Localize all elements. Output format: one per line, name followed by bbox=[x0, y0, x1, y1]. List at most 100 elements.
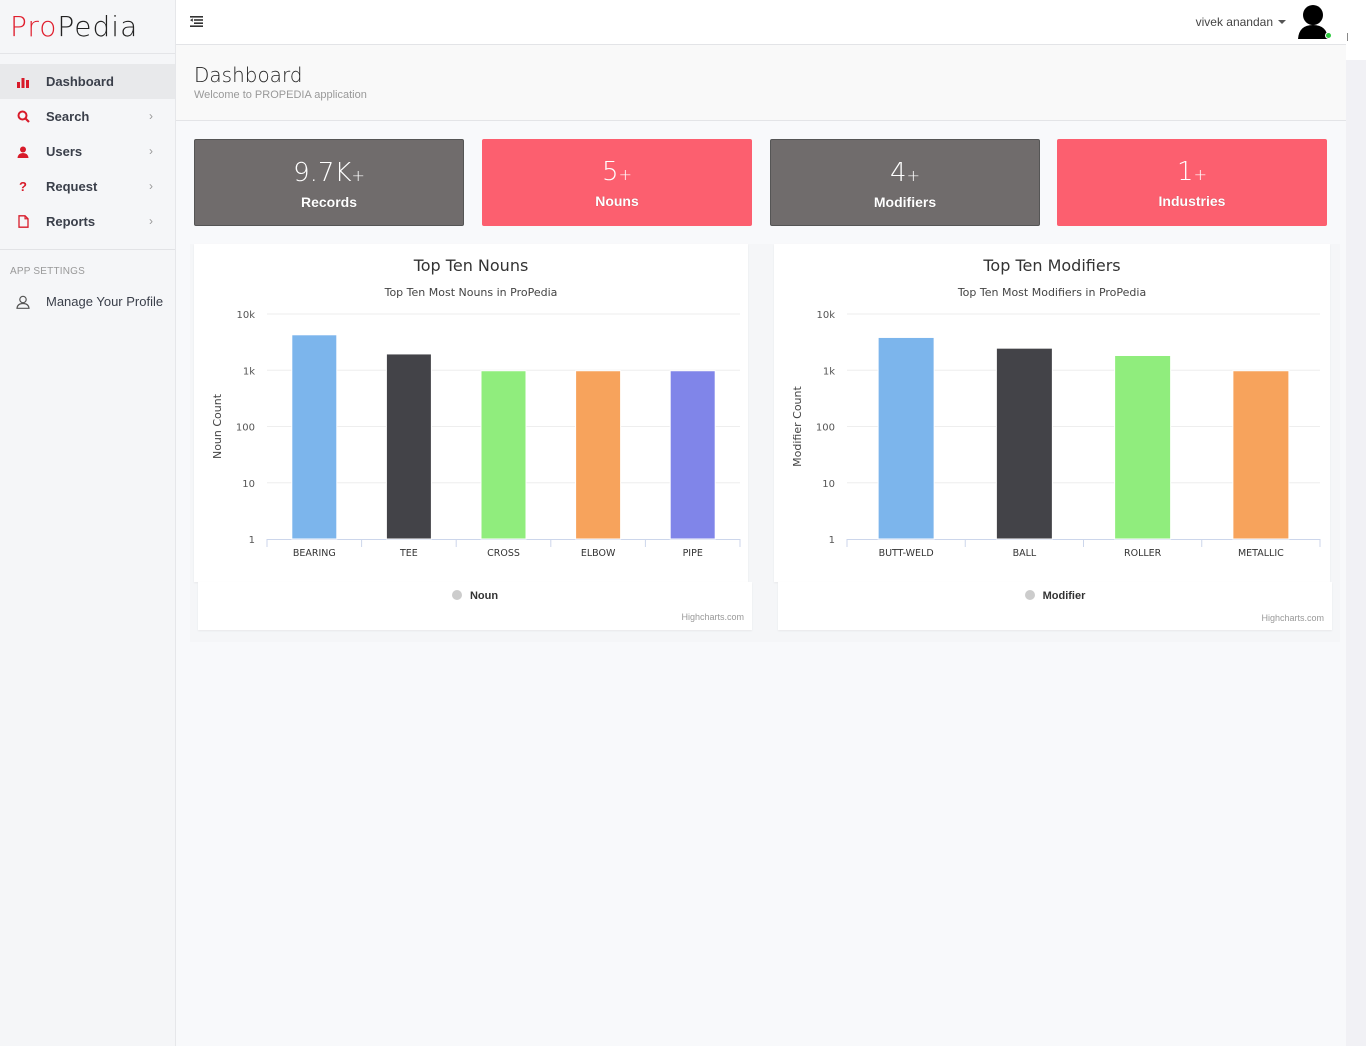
chart-footer-modifiers: Modifier Highcharts.com bbox=[778, 582, 1332, 630]
stat-label: Industries bbox=[1158, 193, 1226, 209]
x-tick-label: TEE bbox=[399, 548, 418, 559]
scroll-track bbox=[1346, 60, 1366, 1046]
y-tick-label: 1 bbox=[829, 535, 835, 546]
stat-cards: 9.7K+ Records 5+ Nouns 4+ Modifiers 1+ I… bbox=[194, 139, 1328, 226]
y-axis-title: Modifier Count bbox=[791, 385, 804, 466]
y-tick-label: 1 bbox=[249, 535, 255, 546]
page-title: Dashboard bbox=[194, 63, 303, 87]
credits-link[interactable]: Highcharts.com bbox=[681, 612, 744, 622]
user-name: vivek anandan bbox=[1195, 15, 1273, 29]
x-tick-label: BALL bbox=[1013, 548, 1037, 559]
stat-label: Records bbox=[300, 194, 358, 210]
stat-value: 5+ bbox=[602, 157, 632, 187]
x-tick-label: ROLLER bbox=[1124, 548, 1162, 559]
logo-text: ProPedia bbox=[10, 9, 139, 43]
chart-title: Top Ten Modifiers bbox=[983, 256, 1121, 275]
sidebar-item-users[interactable]: Users › bbox=[0, 134, 175, 169]
bar-pipe bbox=[669, 370, 716, 540]
sidebar-nav: Dashboard Search › Users › ? Request › R… bbox=[0, 54, 175, 319]
stat-card-industries[interactable]: 1+ Industries bbox=[1057, 139, 1327, 226]
stat-card-records[interactable]: 9.7K+ Records bbox=[194, 139, 464, 226]
page-header: Dashboard Welcome to PROPEDIA applicatio… bbox=[176, 45, 1346, 121]
stat-value: 1+ bbox=[1177, 157, 1207, 187]
sidebar-item-manage-profile[interactable]: Manage Your Profile bbox=[0, 284, 175, 319]
sidebar-item-request[interactable]: ? Request › bbox=[0, 169, 175, 204]
y-tick-label: 1k bbox=[243, 366, 255, 377]
legend-label: Noun bbox=[469, 590, 499, 602]
legend-item-noun[interactable]: Noun bbox=[198, 590, 752, 602]
sidebar-item-label: Manage Your Profile bbox=[46, 294, 164, 309]
y-tick-label: 10k bbox=[816, 310, 835, 321]
file-icon bbox=[16, 215, 30, 229]
sidebar-item-label: Users bbox=[46, 144, 83, 159]
menu-collapse-icon[interactable] bbox=[190, 14, 204, 28]
section-label-app-settings: APP SETTINGS bbox=[10, 266, 86, 277]
sidebar-item-dashboard[interactable]: Dashboard bbox=[0, 64, 175, 99]
bar-tee bbox=[385, 353, 432, 540]
y-tick-label: 100 bbox=[236, 423, 255, 434]
stat-value: 9.7K+ bbox=[293, 158, 365, 188]
chart-panel-modifiers: 1 10 100 1k 10k BUTT-WELD BALL ROLLER METALLIC Mo… bbox=[774, 244, 1330, 582]
legend-dot-icon bbox=[451, 590, 462, 600]
chart-title: Top Ten Nouns bbox=[413, 256, 529, 275]
bar-elbow bbox=[575, 370, 622, 540]
stat-label: Modifiers bbox=[873, 194, 937, 210]
x-tick-label: PIPE bbox=[683, 548, 703, 559]
chevron-right-icon: › bbox=[149, 109, 153, 123]
user-outline-icon bbox=[16, 295, 30, 309]
logo[interactable]: ProPedia bbox=[0, 0, 175, 54]
online-status-indicator bbox=[1325, 32, 1332, 39]
search-icon bbox=[16, 110, 30, 124]
user-menu-toggle[interactable]: vivek anandan bbox=[1196, 15, 1286, 29]
y-tick-label: 10 bbox=[822, 479, 835, 490]
sidebar-item-label: Search bbox=[46, 109, 90, 124]
logo-part-1: Pro bbox=[10, 9, 58, 43]
y-axis-title: Noun Count bbox=[211, 393, 224, 459]
stat-value: 4+ bbox=[890, 158, 920, 188]
legend-item-modifier[interactable]: Modifier bbox=[778, 590, 1332, 602]
user-icon bbox=[16, 145, 30, 159]
right-edge bbox=[1346, 0, 1366, 1046]
logo-part-2: Pedia bbox=[57, 9, 139, 43]
chart-footer-nouns: Noun Highcharts.com bbox=[198, 582, 752, 630]
question-icon: ? bbox=[19, 179, 27, 194]
top-bar: vivek anandan bbox=[176, 0, 1346, 45]
y-tick-label: 10 bbox=[242, 479, 255, 490]
chevron-right-icon: › bbox=[149, 214, 153, 228]
chevron-right-icon: › bbox=[149, 179, 153, 193]
stat-card-nouns[interactable]: 5+ Nouns bbox=[482, 139, 752, 226]
bar-ball bbox=[995, 347, 1053, 540]
chart-panel-nouns: 1 10 100 1k 10k BEARING TEE CROSS ELBOW PIPE Noun … bbox=[194, 244, 748, 582]
legend-dot-icon bbox=[1024, 590, 1035, 600]
bar-butt-weld bbox=[877, 336, 935, 540]
x-tick-label: BUTT-WELD bbox=[879, 548, 934, 559]
credits-link[interactable]: Highcharts.com bbox=[1261, 613, 1324, 623]
user-avatar-icon[interactable] bbox=[1296, 3, 1332, 41]
x-tick-label: ELBOW bbox=[581, 548, 616, 559]
stat-label: Nouns bbox=[595, 193, 639, 209]
chart-subtitle: Top Ten Most Modifiers in ProPedia bbox=[957, 286, 1147, 299]
page-subtitle: Welcome to PROPEDIA application bbox=[194, 89, 367, 101]
bar-roller bbox=[1114, 354, 1172, 540]
stat-card-modifiers[interactable]: 4+ Modifiers bbox=[770, 139, 1040, 226]
x-tick-label: METALLIC bbox=[1238, 548, 1284, 559]
bar-chart-icon bbox=[16, 75, 30, 89]
sidebar-item-label: Reports bbox=[46, 214, 96, 229]
sidebar: ProPedia Dashboard Search › Users › ? Re… bbox=[0, 0, 176, 1046]
sidebar-item-label: Dashboard bbox=[46, 74, 114, 89]
legend-label: Modifier bbox=[1042, 590, 1086, 602]
bar-cross bbox=[480, 370, 527, 540]
bar-metallic bbox=[1232, 370, 1290, 540]
sidebar-item-reports[interactable]: Reports › bbox=[0, 204, 175, 239]
caret-down-icon bbox=[1278, 20, 1286, 24]
x-tick-label: CROSS bbox=[487, 548, 520, 559]
bar-bearing bbox=[291, 334, 338, 540]
sidebar-item-label: Request bbox=[46, 179, 98, 194]
chevron-right-icon: › bbox=[149, 144, 153, 158]
y-tick-label: 10k bbox=[236, 310, 255, 321]
chart-subtitle: Top Ten Most Nouns in ProPedia bbox=[384, 286, 558, 299]
divider bbox=[1347, 33, 1348, 41]
x-tick-label: BEARING bbox=[293, 548, 336, 559]
y-tick-label: 1k bbox=[823, 366, 835, 377]
sidebar-item-search[interactable]: Search › bbox=[0, 99, 175, 134]
